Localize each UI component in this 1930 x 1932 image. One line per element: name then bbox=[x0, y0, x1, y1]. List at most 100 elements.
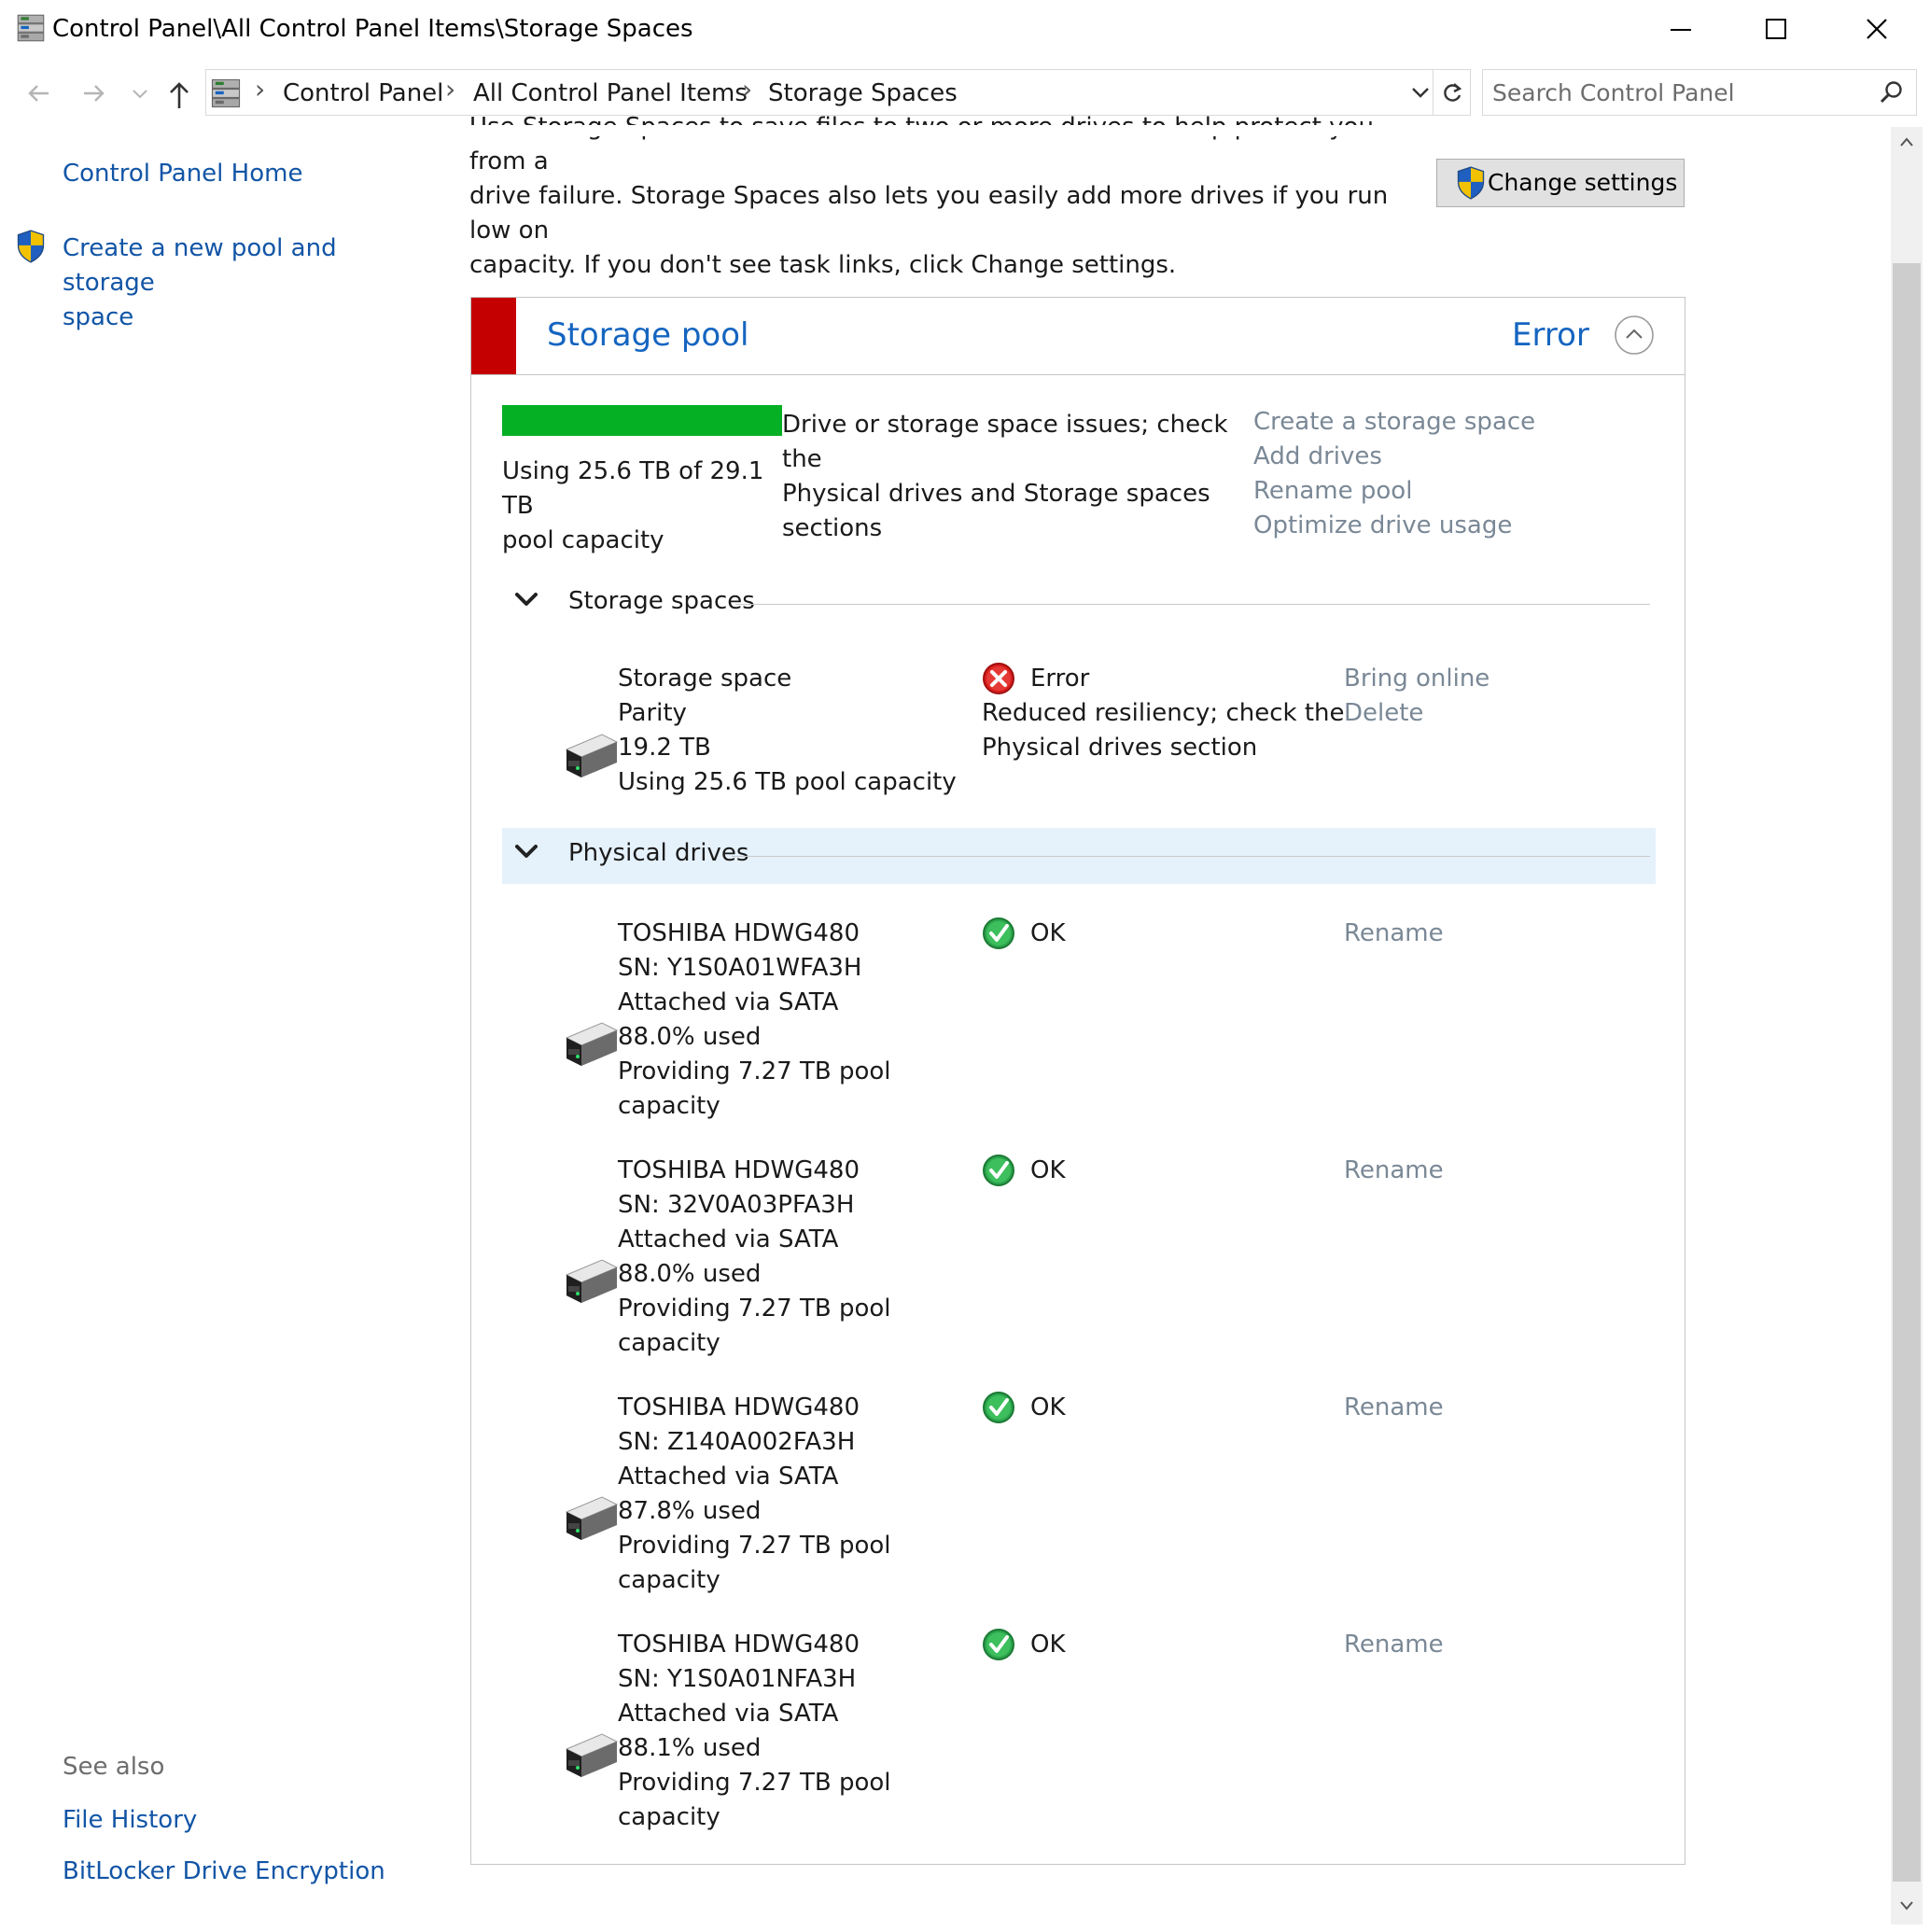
chevron-down-icon bbox=[133, 90, 147, 99]
pool-capacity-line1: Using 25.6 TB of 29.1 TB bbox=[502, 457, 764, 520]
drive-actions: Rename bbox=[1344, 1391, 1444, 1425]
drive-providing: Providing 7.27 TB pool bbox=[618, 1769, 891, 1797]
drive-model: TOSHIBA HDWG480 bbox=[618, 1393, 860, 1421]
breadcrumb-separator-icon[interactable]: › bbox=[445, 74, 455, 105]
minimize-button[interactable] bbox=[1635, 0, 1728, 62]
physical-drive-item: TOSHIBA HDWG480 SN: Z140A002FA3H Attache… bbox=[471, 1391, 1685, 1605]
scroll-clip bbox=[0, 125, 1829, 136]
rename-drive-link[interactable]: Rename bbox=[1344, 1628, 1444, 1662]
window-title: Control Panel\All Control Panel Items\St… bbox=[52, 15, 693, 43]
scroll-up-icon[interactable] bbox=[1899, 136, 1914, 147]
hard-drive-icon bbox=[566, 1496, 618, 1541]
drive-used: 87.8% used bbox=[618, 1497, 762, 1525]
refresh-button[interactable] bbox=[1434, 69, 1471, 116]
drive-model: TOSHIBA HDWG480 bbox=[618, 1631, 860, 1659]
up-button[interactable] bbox=[159, 73, 200, 114]
search-box[interactable] bbox=[1482, 69, 1917, 116]
delete-link[interactable]: Delete bbox=[1344, 696, 1489, 731]
search-input[interactable] bbox=[1492, 76, 1866, 109]
drive-serial: SN: Y1S0A01WFA3H bbox=[618, 954, 862, 982]
rename-drive-link[interactable]: Rename bbox=[1344, 1391, 1444, 1425]
drive-serial: SN: 32V0A03PFA3H bbox=[618, 1191, 855, 1219]
storage-space-resiliency: Parity bbox=[618, 699, 687, 727]
task-add-drives[interactable]: Add drives bbox=[1253, 442, 1382, 470]
task-optimize-drive-usage[interactable]: Optimize drive usage bbox=[1253, 511, 1512, 539]
recent-locations-button[interactable] bbox=[123, 73, 151, 114]
pool-status: Error bbox=[1512, 316, 1589, 354]
create-pool-link-line2[interactable]: space bbox=[63, 301, 436, 335]
storage-spaces-section-header[interactable]: Storage spaces bbox=[502, 576, 1656, 632]
hard-drive-icon bbox=[566, 1733, 618, 1778]
drive-providing: Providing 7.27 TB pool bbox=[618, 1532, 891, 1560]
pool-capacity-fill bbox=[502, 405, 782, 436]
control-panel-home-link[interactable]: Control Panel Home bbox=[63, 157, 302, 191]
forward-button[interactable] bbox=[73, 73, 114, 114]
change-settings-label: Change settings bbox=[1488, 169, 1678, 196]
error-x-icon bbox=[982, 662, 1015, 695]
change-settings-button[interactable]: Change settings bbox=[1436, 159, 1685, 207]
drive-connection: Attached via SATA bbox=[618, 988, 839, 1016]
collapse-pool-button[interactable] bbox=[1614, 315, 1655, 356]
physical-drives-title: Physical drives bbox=[568, 839, 749, 867]
storage-pool-panel: Storage pool Error Using 25.6 TB of 29.1… bbox=[470, 297, 1685, 1865]
breadcrumb-all-items[interactable]: All Control Panel Items bbox=[473, 79, 748, 107]
drive-actions: Rename bbox=[1344, 1628, 1444, 1662]
create-pool-link-line1[interactable]: Create a new pool and storage bbox=[63, 231, 436, 301]
ok-check-icon bbox=[982, 1391, 1015, 1424]
chevron-up-icon bbox=[1615, 315, 1654, 355]
ok-check-icon bbox=[982, 1628, 1015, 1661]
storage-space-item: Storage space Parity 19.2 TB Using 25.6 … bbox=[471, 662, 1685, 811]
breadcrumb-control-panel[interactable]: Control Panel bbox=[283, 79, 443, 107]
chevron-down-icon bbox=[515, 593, 538, 606]
file-history-link[interactable]: File History bbox=[63, 1803, 197, 1838]
control-panel-icon bbox=[211, 78, 241, 108]
physical-drives-section-header[interactable]: Physical drives bbox=[502, 828, 1656, 884]
storage-space-status: Error Reduced resiliency; check the Phys… bbox=[982, 662, 1355, 765]
address-bar[interactable]: › Control Panel › All Control Panel Item… bbox=[205, 69, 1434, 116]
bitlocker-link[interactable]: BitLocker Drive Encryption bbox=[63, 1855, 385, 1889]
maximize-button[interactable] bbox=[1730, 0, 1824, 62]
rename-drive-link[interactable]: Rename bbox=[1344, 1154, 1444, 1188]
drive-used: 88.0% used bbox=[618, 1260, 762, 1288]
breadcrumb-storage-spaces[interactable]: Storage Spaces bbox=[768, 79, 958, 107]
minimize-icon bbox=[1671, 29, 1691, 31]
drive-model: TOSHIBA HDWG480 bbox=[618, 919, 860, 947]
storage-spaces-title: Storage spaces bbox=[568, 587, 755, 615]
create-pool-link[interactable]: Create a new pool and storage space bbox=[63, 231, 436, 335]
bring-online-link[interactable]: Bring online bbox=[1344, 662, 1489, 696]
search-icon[interactable] bbox=[1879, 79, 1905, 105]
drive-status: OK bbox=[982, 1391, 1355, 1425]
drive-providing-cont: capacity bbox=[618, 1803, 720, 1831]
scroll-down-icon[interactable] bbox=[1899, 1900, 1914, 1911]
drive-used: 88.0% used bbox=[618, 1023, 762, 1051]
title-bar: Control Panel\All Control Panel Items\St… bbox=[0, 0, 1930, 63]
pool-status-color-bar bbox=[471, 298, 516, 374]
close-button[interactable] bbox=[1831, 0, 1924, 62]
hard-drive-icon bbox=[566, 1022, 618, 1067]
hard-drive-icon bbox=[566, 1259, 618, 1304]
drive-status-label: OK bbox=[1030, 1156, 1066, 1184]
storage-space-status-detail2: Physical drives section bbox=[982, 734, 1258, 762]
intro-line2: drive failure. Storage Spaces also lets … bbox=[469, 182, 1389, 245]
drive-status: OK bbox=[982, 1628, 1355, 1662]
scrollbar-thumb[interactable] bbox=[1893, 263, 1921, 1882]
rename-drive-link[interactable]: Rename bbox=[1344, 917, 1444, 951]
chevron-down-icon bbox=[515, 845, 538, 858]
vertical-scrollbar[interactable] bbox=[1891, 127, 1923, 1925]
storage-space-actions: Bring online Delete bbox=[1344, 662, 1489, 731]
address-dropdown-icon[interactable] bbox=[1410, 81, 1431, 104]
drive-status-label: OK bbox=[1030, 919, 1066, 947]
breadcrumb-separator-icon[interactable]: › bbox=[255, 74, 265, 105]
drive-status-label: OK bbox=[1030, 1631, 1066, 1659]
pool-status-message: Drive or storage space issues; check the… bbox=[782, 408, 1239, 546]
back-button[interactable] bbox=[19, 73, 60, 114]
up-arrow-icon bbox=[170, 82, 189, 108]
breadcrumb-separator-icon[interactable]: › bbox=[742, 74, 752, 105]
drive-details: TOSHIBA HDWG480 SN: Y1S0A01NFA3H Attache… bbox=[618, 1628, 891, 1835]
drive-serial: SN: Z140A002FA3H bbox=[618, 1428, 856, 1456]
drive-model: TOSHIBA HDWG480 bbox=[618, 1156, 860, 1184]
task-create-storage-space[interactable]: Create a storage space bbox=[1253, 408, 1535, 436]
storage-space-usage: Using 25.6 TB pool capacity bbox=[618, 768, 957, 796]
task-rename-pool[interactable]: Rename pool bbox=[1253, 477, 1412, 505]
drive-details: TOSHIBA HDWG480 SN: Z140A002FA3H Attache… bbox=[618, 1391, 891, 1598]
